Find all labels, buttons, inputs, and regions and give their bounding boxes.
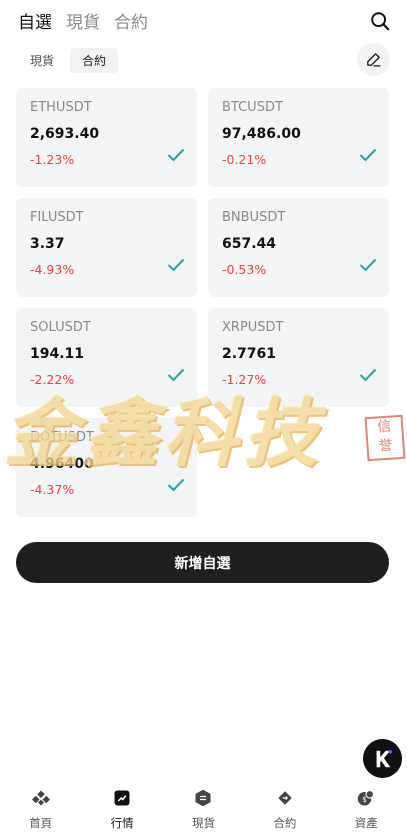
check-icon[interactable] [359,368,377,382]
nav-home-label: 首頁 [29,816,53,830]
check-icon[interactable] [167,478,185,492]
symbol: ETHUSDT [30,100,92,115]
nav-contract-label: 合約 [273,816,297,830]
check-icon[interactable] [167,258,185,272]
tab-favorites[interactable]: 自選 [18,8,52,33]
nav-assets-label: 資產 [354,816,378,830]
change-percent: -0.53% [222,262,267,277]
watchlist-card[interactable]: SOLUSDT 194.11 -2.22% [16,308,197,407]
home-icon [31,790,50,806]
watchlist-card[interactable]: FILUSDT 3.37 -4.93% [16,198,197,297]
price: 194.11 [30,346,85,362]
nav-assets[interactable]: $ 資產 [336,786,396,831]
check-icon[interactable] [167,368,185,382]
symbol: BTCUSDT [222,100,283,115]
subtab-contract[interactable]: 合約 [70,48,119,73]
change-percent: -2.22% [30,372,75,387]
sub-tabs: 現貨 合約 [18,48,119,73]
nav-home[interactable]: 首頁 [11,786,71,831]
contract-icon [278,791,292,805]
price: 657.44 [222,236,277,252]
nav-spot-label: 現貨 [191,816,215,830]
pencil-icon [367,53,381,67]
check-icon[interactable] [167,148,185,162]
watchlist-card[interactable]: ETHUSDT 2,693.40 -1.23% [16,88,197,187]
change-percent: -4.93% [30,262,75,277]
watchlist-grid: ETHUSDT 2,693.40 -1.23% BTCUSDT 97,486.00 -0.… [16,88,389,517]
symbol: FILUSDT [30,210,84,225]
search-icon[interactable] [369,10,391,32]
symbol: DOTUSDT [30,430,94,445]
nav-contract[interactable]: 合約 [255,786,315,831]
floating-k-button[interactable] [363,739,402,778]
nav-spot[interactable]: 現貨 [173,786,233,831]
price: 2.7761 [222,346,277,362]
price: 97,486.00 [222,126,301,142]
spot-icon [195,789,211,807]
change-percent: -4.37% [30,482,75,497]
watchlist-card[interactable]: DOTUSDT 4.96400 -4.37% [16,418,197,517]
nav-market[interactable]: 行情 [92,786,152,831]
edit-watchlist-button[interactable] [357,43,390,76]
watchlist-card[interactable]: BNBUSDT 657.44 -0.53% [208,198,389,297]
market-icon [114,790,130,806]
subtab-spot[interactable]: 現貨 [18,48,66,73]
symbol: BNBUSDT [222,210,286,225]
k-logo-icon [376,749,392,767]
tab-contract[interactable]: 合約 [114,8,148,33]
change-percent: -1.27% [222,372,267,387]
add-favorite-button[interactable]: 新增自選 [16,542,389,583]
check-icon[interactable] [359,258,377,272]
nav-market-label: 行情 [110,816,134,830]
price: 3.37 [30,236,65,252]
change-percent: -0.21% [222,152,267,167]
price: 2,693.40 [30,126,100,142]
assets-icon: $ [358,789,375,806]
symbol: SOLUSDT [30,320,91,335]
top-tabs: 自選 現貨 合約 [18,8,148,33]
bottom-nav: 首頁 行情 現貨 合約 $ 資產 [0,786,407,836]
price: 4.96400 [30,456,94,472]
tab-spot[interactable]: 現貨 [66,8,100,33]
watchlist-card[interactable]: BTCUSDT 97,486.00 -0.21% [208,88,389,187]
change-percent: -1.23% [30,152,75,167]
check-icon[interactable] [359,148,377,162]
svg-text:$: $ [362,795,367,804]
symbol: XRPUSDT [222,320,284,335]
watchlist-card[interactable]: XRPUSDT 2.7761 -1.27% [208,308,389,407]
